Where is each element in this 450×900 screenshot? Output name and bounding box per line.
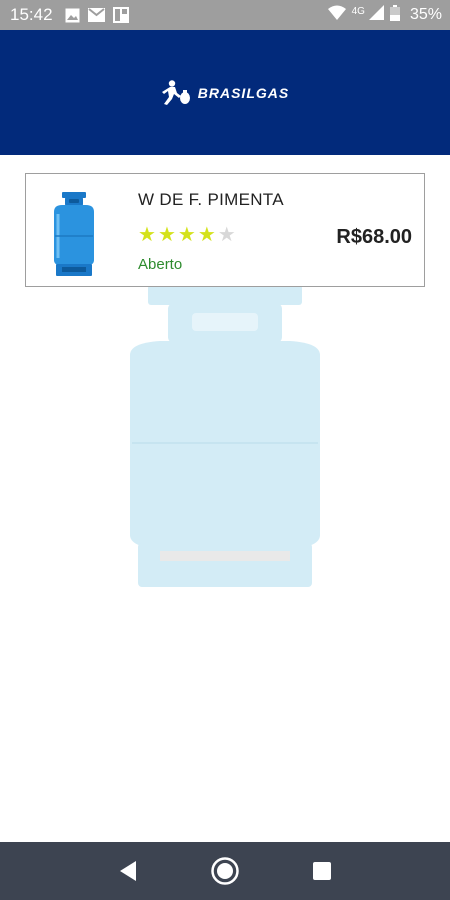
battery-percent: 35% <box>409 6 442 23</box>
image-icon <box>65 8 80 23</box>
app-header: BRASILGAS <box>0 30 450 155</box>
gas-cylinder-watermark <box>130 285 320 587</box>
star-rating: ★ ★ ★ ★ ★ <box>138 225 236 245</box>
brand-logo: BRASILGAS <box>161 79 290 106</box>
status-bar: 15:42 4G 35% <box>0 0 450 30</box>
cell-signal-icon <box>368 5 384 25</box>
wifi-icon <box>327 5 346 25</box>
battery-icon <box>389 4 400 26</box>
star-filled-icon: ★ <box>197 224 216 246</box>
delivery-person-icon <box>161 79 190 105</box>
system-nav-bar <box>0 842 450 900</box>
star-filled-icon: ★ <box>157 224 176 246</box>
star-empty-icon: ★ <box>217 224 236 246</box>
star-filled-icon: ★ <box>177 224 196 246</box>
mail-icon <box>87 8 105 22</box>
store-name: W DE F. PIMENTA <box>138 190 284 209</box>
status-time: 15:42 <box>10 5 53 24</box>
star-filled-icon: ★ <box>138 224 156 246</box>
recents-icon <box>312 862 331 880</box>
store-status: Aberto <box>138 256 183 273</box>
home-icon <box>211 857 239 885</box>
recents-button[interactable] <box>307 856 337 886</box>
home-button[interactable] <box>210 856 240 886</box>
network-type: 4G <box>351 5 365 17</box>
brand-name: BRASILGAS <box>197 84 290 101</box>
back-icon <box>120 861 137 881</box>
back-button[interactable] <box>113 856 143 886</box>
grid-app-icon <box>112 7 129 23</box>
store-price: R$68.00 <box>336 226 412 248</box>
gas-cylinder-icon <box>54 192 94 276</box>
store-card[interactable]: W DE F. PIMENTA ★ ★ ★ ★ ★ Aberto R$68.00 <box>25 173 425 287</box>
